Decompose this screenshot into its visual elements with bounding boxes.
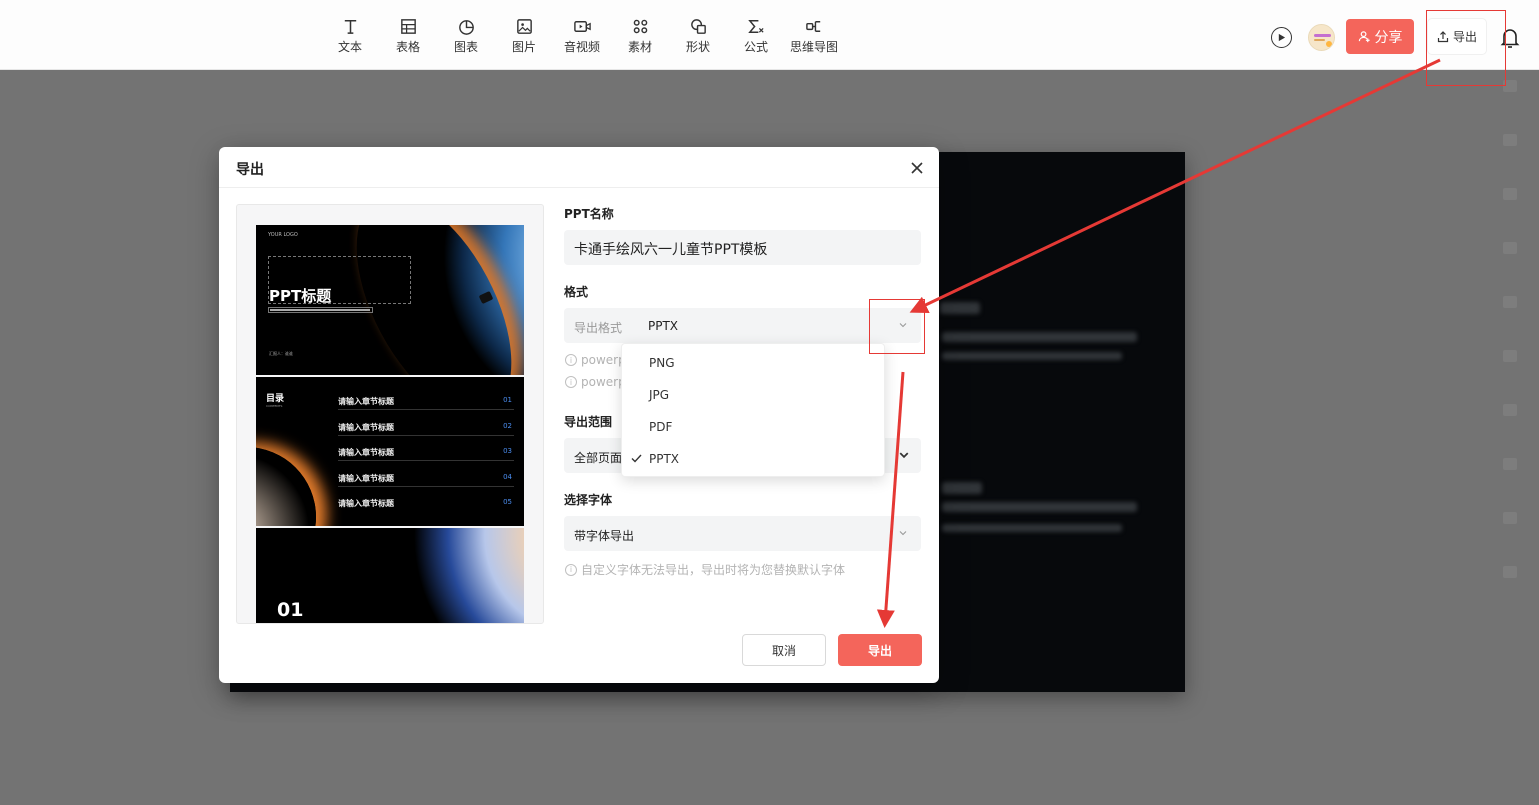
tool-label: 文本	[337, 40, 362, 54]
toc-row: 请输入章节标题 05	[338, 498, 512, 508]
close-icon[interactable]	[909, 160, 925, 176]
format-dropdown: PNG JPG PDF PPTX	[621, 343, 885, 477]
format-option-pdf[interactable]: PDF	[622, 410, 886, 442]
export-button[interactable]: 导出	[838, 634, 922, 666]
tool-label: 图表	[453, 40, 478, 54]
range-label: 导出范围	[564, 415, 613, 429]
chart-icon	[456, 16, 476, 36]
tool-video[interactable]: 音视频	[553, 16, 611, 54]
toc-row: 请输入章节标题 02	[338, 414, 514, 436]
toc-heading: 目录 CONTENTS	[266, 394, 285, 408]
tool-chart[interactable]: 图表	[437, 16, 495, 54]
chevron-down-icon[interactable]	[899, 529, 907, 537]
tool-image[interactable]: 图片	[495, 16, 553, 54]
font-label: 选择字体	[564, 493, 613, 507]
slide-thumbnail-3[interactable]: 01	[256, 528, 524, 623]
toc-row: 请输入章节标题 04	[338, 465, 514, 487]
dialog-divider	[219, 187, 939, 188]
text-icon	[340, 16, 360, 36]
mindmap-icon	[804, 16, 824, 36]
info-icon: i	[565, 354, 577, 366]
tool-formula[interactable]: 公式	[727, 16, 785, 54]
checkmark-icon	[631, 454, 642, 463]
format-field-label: 导出格式	[574, 321, 623, 335]
tool-label: 形状	[685, 40, 710, 54]
slides-preview[interactable]: YOUR LOGO PPT标题 汇报人：谁谁 目录 CONTENTS 请输入章节标…	[236, 204, 544, 624]
tool-label: 图片	[511, 40, 536, 54]
play-icon	[1278, 33, 1286, 42]
slide-reporter: 汇报人：谁谁	[269, 351, 293, 356]
format-hint: i powerp	[565, 353, 626, 367]
name-label: PPT名称	[564, 207, 614, 221]
tool-label: 公式	[743, 40, 768, 54]
ppt-name-value: 卡通手绘风六一儿童节PPT模板	[574, 242, 768, 258]
format-selected-value: PPTX	[648, 319, 679, 333]
slide-logo-text: YOUR LOGO	[268, 232, 298, 238]
slide-thumbnail-1[interactable]: YOUR LOGO PPT标题 汇报人：谁谁	[256, 225, 524, 375]
tool-label: 音视频	[563, 40, 600, 54]
tool-shape[interactable]: 形状	[669, 16, 727, 54]
format-option-jpg[interactable]: JPG	[622, 378, 886, 410]
format-option-pptx[interactable]: PPTX	[622, 442, 886, 474]
tool-mindmap[interactable]: 思维导图	[785, 16, 843, 54]
format-option-png[interactable]: PNG	[622, 346, 886, 378]
toc-row: 请输入章节标题 03	[338, 439, 514, 461]
section-number: 01	[277, 599, 304, 621]
tool-text[interactable]: 文本	[321, 16, 379, 54]
cancel-button[interactable]: 取消	[742, 634, 826, 666]
format-hint: i powerp	[565, 375, 626, 389]
right-panel-strip	[1495, 80, 1525, 620]
avatar[interactable]	[1308, 24, 1335, 51]
add-user-icon	[1358, 31, 1370, 43]
ppt-name-input[interactable]: 卡通手绘风六一儿童节PPT模板	[564, 230, 921, 265]
tool-label: 素材	[627, 40, 652, 54]
highlight-box-format	[869, 299, 925, 354]
font-hint: i 自定义字体无法导出，导出时将为您替换默认字体	[565, 561, 845, 578]
dialog-title: 导出	[236, 162, 264, 178]
format-select[interactable]: 导出格式 PPTX	[564, 308, 921, 343]
shape-icon	[688, 16, 708, 36]
info-icon: i	[565, 563, 577, 576]
tool-label: 表格	[395, 40, 420, 54]
info-icon: i	[565, 376, 577, 388]
play-button[interactable]	[1271, 27, 1292, 48]
formula-icon	[746, 16, 766, 36]
slide-title: PPT标题	[269, 287, 332, 305]
chevron-down-icon[interactable]	[899, 450, 909, 460]
video-icon	[572, 16, 592, 36]
image-icon	[514, 16, 534, 36]
material-icon	[630, 16, 650, 36]
top-toolbar: 文本 表格 图表 图片 音视频 素材 形状 公式 思维导图 分享 导出	[0, 0, 1539, 70]
share-button[interactable]: 分享	[1346, 19, 1414, 54]
table-icon	[398, 16, 418, 36]
range-value: 全部页面	[574, 451, 623, 465]
font-value: 带字体导出	[574, 529, 635, 543]
toc-row: 请输入章节标题 01	[338, 388, 514, 410]
tool-table[interactable]: 表格	[379, 16, 437, 54]
share-label: 分享	[1374, 29, 1403, 46]
highlight-box-export	[1426, 10, 1506, 86]
slide-thumbnail-2[interactable]: 目录 CONTENTS 请输入章节标题 01 请输入章节标题 02 请输入章节标题 03…	[256, 377, 524, 526]
tool-material[interactable]: 素材	[611, 16, 669, 54]
font-select[interactable]: 带字体导出	[564, 516, 921, 551]
format-label: 格式	[564, 285, 589, 299]
tool-label: 思维导图	[789, 40, 838, 54]
